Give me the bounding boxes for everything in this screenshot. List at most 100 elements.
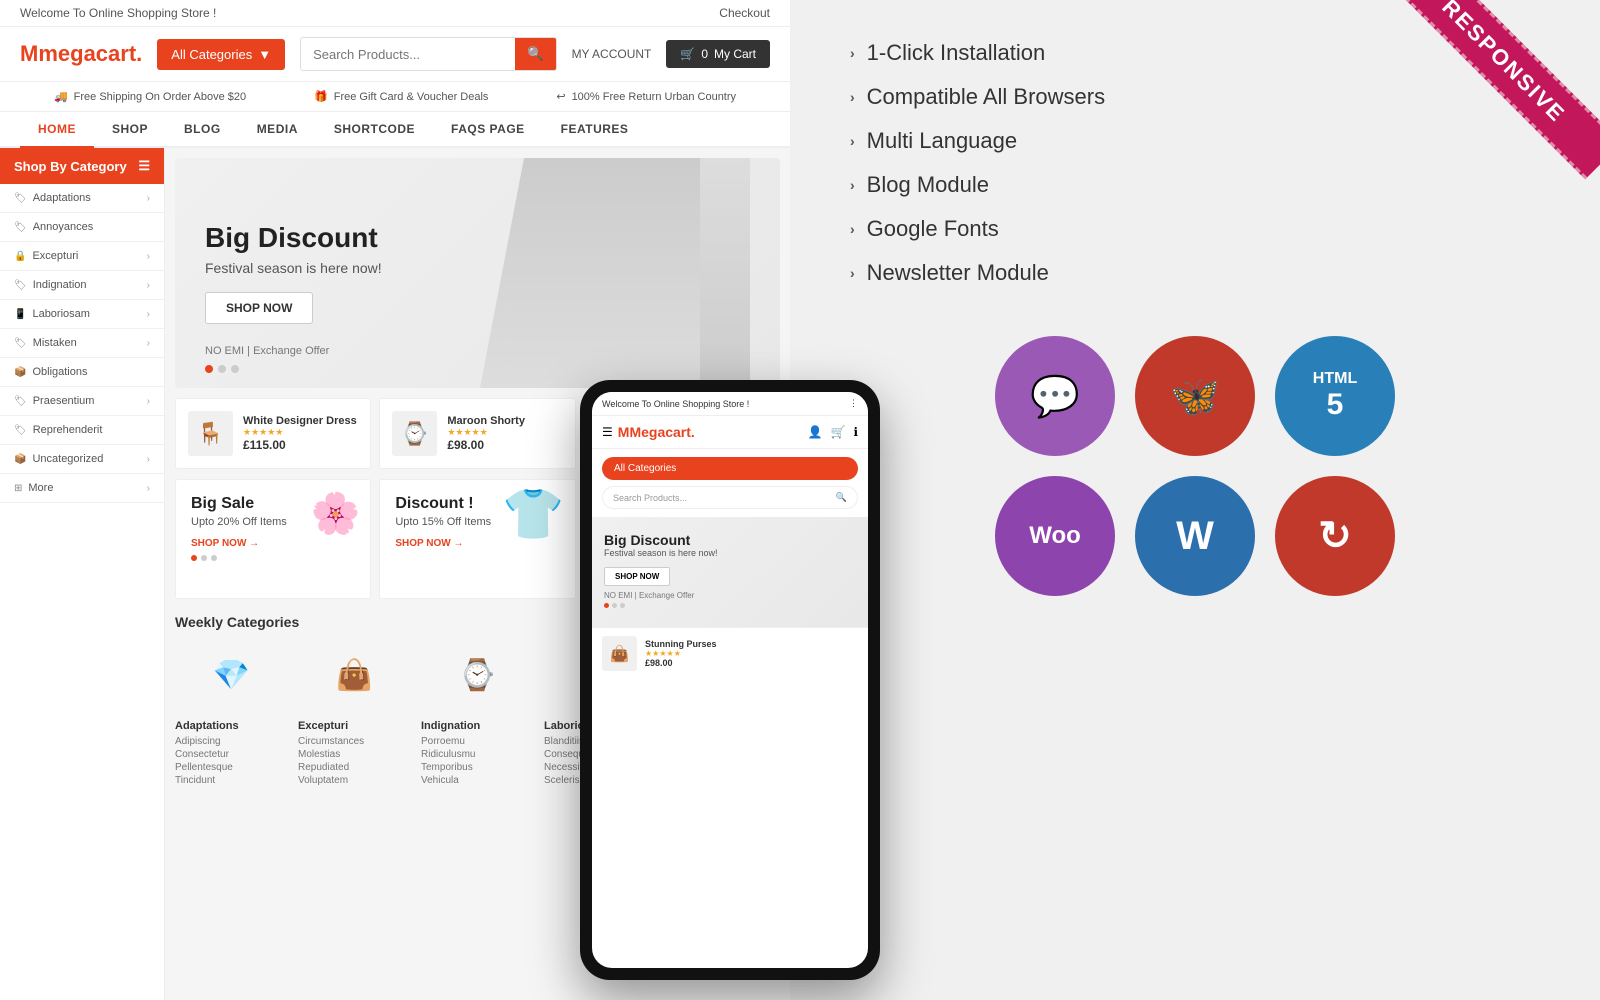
top-announcement-bar: Welcome To Online Shopping Store ! Check… (0, 0, 790, 27)
woo-icon[interactable]: Woo (995, 476, 1115, 596)
sale-dot-1[interactable] (201, 555, 207, 561)
phone-cart-icon[interactable]: 🛒 (830, 425, 845, 439)
search-button[interactable]: 🔍 (515, 38, 556, 70)
nav-faqs[interactable]: FAQS PAGE (433, 112, 543, 148)
box-icon: 📦 (14, 367, 26, 378)
info-bar: 🚚 Free Shipping On Order Above $20 🎁 Fre… (0, 82, 790, 112)
phone-header: ☰ MMegacart. 👤 🛒 ℹ (592, 416, 868, 449)
wordpress-icon[interactable]: W (1135, 476, 1255, 596)
responsive-badge: RESPONSIVE (1400, 0, 1600, 200)
weekly-thumb-1: 👜 (320, 640, 390, 710)
phone-product-name: Stunning Purses (645, 639, 717, 649)
chevron-icon: › (147, 396, 150, 407)
cart-button[interactable]: 🛒 0 My Cart (666, 40, 770, 68)
phone-search-bar[interactable]: Search Products... 🔍 (602, 486, 858, 509)
sidebar-item-obligations[interactable]: 📦Obligations (0, 358, 164, 387)
return-icon: ↩ (556, 90, 565, 103)
nav-shortcode[interactable]: SHORTCODE (316, 112, 433, 148)
nav-media[interactable]: MEDIA (239, 112, 316, 148)
sidebar-item-adaptations[interactable]: 🏷Adaptations › (0, 184, 164, 213)
hero-subtitle: Festival season is here now! (205, 260, 382, 276)
woocommerce-icon[interactable]: 💬 (995, 336, 1115, 456)
html5-icon[interactable]: HTML 5 (1275, 336, 1395, 456)
sidebar-item-uncategorized[interactable]: 📦Uncategorized › (0, 445, 164, 474)
phone-user-icon[interactable]: 👤 (808, 425, 823, 439)
prestashop-icon[interactable]: 🦋 (1135, 336, 1255, 456)
phone-hero-offer: NO EMI | Exchange Offer (604, 591, 856, 608)
nav-features[interactable]: FEATURES (543, 112, 647, 148)
category-sidebar: Shop By Category ☰ 🏷Adaptations › 🏷Annoy… (0, 148, 165, 1000)
nav-shop[interactable]: SHOP (94, 112, 166, 148)
store-header: Mmegacart. All Categories ▼ 🔍 MY ACCOUNT… (0, 27, 790, 82)
slide-dot-2[interactable] (218, 365, 226, 373)
responsive-badge-label: RESPONSIVE (1400, 0, 1600, 179)
product-price-1: £98.00 (447, 438, 562, 452)
phone-dot-2[interactable] (612, 603, 617, 608)
chevron-down-icon: ▼ (258, 47, 271, 62)
phone-dot-3[interactable] (620, 603, 625, 608)
sidebar-item-more[interactable]: ⊞More › (0, 474, 164, 503)
grid-icon: ⊞ (14, 483, 22, 494)
opencart-icon[interactable]: ↻ (1275, 476, 1395, 596)
weekly-thumb-2: ⌚ (443, 640, 513, 710)
hero-image: 👟 (550, 158, 750, 388)
nav-blog[interactable]: BLOG (166, 112, 239, 148)
nav-home[interactable]: HOME (20, 112, 94, 148)
category-dropdown[interactable]: All Categories ▼ (157, 39, 285, 70)
feature-label-0: 1-Click Installation (867, 40, 1046, 66)
product-stars-0: ★★★★★ (243, 427, 358, 438)
weekly-item-2[interactable]: ⌚ (421, 640, 534, 710)
phone-product-info: Stunning Purses ★★★★★ £98.00 (645, 639, 717, 668)
phone-category-bar[interactable]: All Categories (602, 457, 858, 480)
product-info-0: White Designer Dress ★★★★★ £115.00 (243, 415, 358, 452)
feature-label-2: Multi Language (867, 128, 1017, 154)
phone-menu-hamburger[interactable]: ☰ (602, 425, 613, 439)
phone-product-stars: ★★★★★ (645, 649, 717, 658)
phone-product-thumb: 👜 (602, 636, 637, 671)
product-info-1: Maroon Shorty ★★★★★ £98.00 (447, 415, 562, 452)
chevron-icon: › (850, 177, 855, 193)
sale-dot-0[interactable] (191, 555, 197, 561)
product-price-0: £115.00 (243, 438, 358, 452)
phone-screen: Welcome To Online Shopping Store ! ⋮ ☰ M… (592, 392, 868, 968)
sale-image-0: 🌸 (311, 490, 361, 537)
product-name-0: White Designer Dress (243, 415, 358, 427)
search-input[interactable] (301, 39, 515, 70)
phone-shop-now-button[interactable]: SHOP NOW (604, 567, 670, 586)
sale-dot-2[interactable] (211, 555, 217, 561)
phone-mockup: Welcome To Online Shopping Store ! ⋮ ☰ M… (580, 380, 880, 980)
shipping-info: 🚚 Free Shipping On Order Above $20 (54, 90, 246, 103)
slide-dot-1[interactable] (205, 365, 213, 373)
sidebar-item-mistaken[interactable]: 🏷Mistaken › (0, 329, 164, 358)
logo-accent: M (20, 41, 38, 66)
sale-link-0[interactable]: SHOP NOW → (191, 538, 355, 549)
phone-product-card: 👜 Stunning Purses ★★★★★ £98.00 (592, 627, 868, 679)
feature-label-1: Compatible All Browsers (867, 84, 1105, 110)
phone-info-icon[interactable]: ℹ (853, 425, 858, 439)
product-stars-1: ★★★★★ (447, 427, 562, 438)
feature-item-5: › Newsletter Module (850, 260, 1540, 286)
cart-icon: 🛒 (680, 47, 695, 61)
weekly-item-0[interactable]: 💎 (175, 640, 288, 710)
phone-hero: Big Discount Festival season is here now… (592, 517, 868, 627)
account-menu[interactable]: MY ACCOUNT (572, 47, 652, 61)
shop-now-button[interactable]: SHOP NOW (205, 292, 313, 324)
tag-icon: 🏷 (14, 280, 27, 291)
phone-dot-1[interactable] (604, 603, 609, 608)
gift-info: 🎁 Free Gift Card & Voucher Deals (314, 90, 488, 103)
feature-item-4: › Google Fonts (850, 216, 1540, 242)
sidebar-item-annoyances[interactable]: 🏷Annoyances (0, 213, 164, 242)
checkout-link[interactable]: Checkout (719, 6, 770, 20)
sidebar-item-excepturi[interactable]: 🔒Excepturi › (0, 242, 164, 271)
search-bar: 🔍 (300, 37, 556, 71)
sidebar-item-indignation[interactable]: 🏷Indignation › (0, 271, 164, 300)
tag-icon: 🏷 (14, 425, 27, 436)
weekly-item-1[interactable]: 👜 (298, 640, 411, 710)
tag-icon: 🏷 (14, 193, 27, 204)
sidebar-item-reprehenderit[interactable]: 🏷Reprehenderit (0, 416, 164, 445)
sidebar-item-praesentium[interactable]: 🏷Praesentium › (0, 387, 164, 416)
sidebar-item-laboriosam[interactable]: 📱Laboriosam › (0, 300, 164, 329)
product-name-1: Maroon Shorty (447, 415, 562, 427)
slide-dot-3[interactable] (231, 365, 239, 373)
chevron-icon: › (147, 338, 150, 349)
